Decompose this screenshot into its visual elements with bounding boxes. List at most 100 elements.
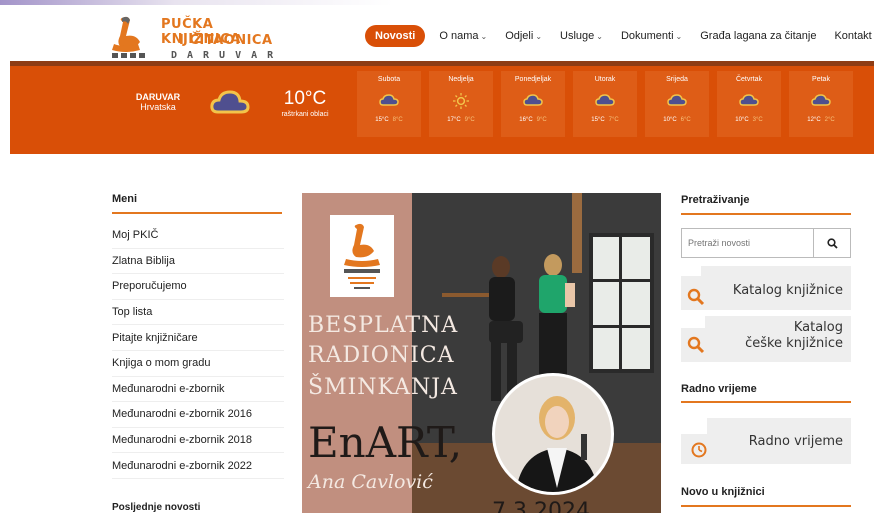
chevron-down-icon: ⌄ [675,31,683,41]
forecast-low: 8°C [392,117,403,123]
menu-title: Meni [112,193,138,205]
forecast-temps: 15°C 7°C [573,117,637,123]
weather-current: 10°C raštrkani oblaci [272,88,338,118]
sidebar-menu-item[interactable]: Top lista [112,300,284,326]
forecast-day: Nedjelja 17°C 9°C [429,71,493,137]
new-items-divider [681,505,851,507]
forecast-day-name: Utorak [594,76,616,83]
forecast-day: Petak 12°C 2°C [789,71,853,137]
latest-news-title: Posljednje novosti [112,502,201,513]
weather-city: DARUVAR [135,92,181,102]
forecast-high: 16°C [519,117,533,123]
forecast-low: 3°C [752,117,763,123]
sidebar-menu-item[interactable]: Pitajte knjižničare [112,325,284,351]
stork-logo-icon [112,16,145,58]
site-logo[interactable]: PUČKA KNJIŽNICA I ČITAONICA DARUVAR [108,14,283,64]
cloud-icon [523,93,543,107]
sun-icon [451,93,471,109]
chevron-down-icon: ⌄ [535,31,543,41]
nav-item-4[interactable]: Dokumenti ⌄ [621,30,682,42]
weather-country: Hrvatska [140,102,176,112]
portrait-circle [492,373,614,495]
cloud-icon [595,93,615,107]
hours-title: Radno vrijeme [681,383,757,395]
search-icon [826,237,838,249]
cloud-icon [811,93,831,107]
chevron-down-icon: ⌄ [596,31,603,41]
sidebar-menu-item[interactable]: Preporučujemo [112,274,284,300]
forecast-high: 15°C [591,117,605,123]
banner-window [589,233,654,373]
czech-catalog-label-2: češke knjižnice [745,336,843,352]
catalog-link[interactable]: Katalog knjižnice [681,266,851,310]
forecast-low: 9°C [464,117,475,123]
forecast-day: Četvrtak 10°C 3°C [717,71,781,137]
forecast-low: 7°C [608,117,619,123]
forecast-temps: 15°C 8°C [357,117,421,123]
cloud-icon [379,93,399,107]
forecast-high: 10°C [735,117,749,123]
nav-item-label: Kontakt [834,30,872,42]
search-button[interactable] [814,229,850,257]
weather-temp: 10°C [283,88,327,109]
banner-line-3: ŠMINKANJA [308,375,458,400]
cloud-icon [667,93,687,107]
sidebar-menu-item[interactable]: Zlatna Biblija [112,249,284,275]
sidebar-menu: Moj PKIČ Zlatna Biblija Preporučujemo Top l… [112,223,284,479]
weather-desc: raštrkani oblaci [281,111,329,118]
forecast-high: 10°C [663,117,677,123]
logo-line-3: DARUVAR [171,50,284,61]
forecast-day-name: Ponedjeljak [514,76,552,83]
featured-banner[interactable]: BESPLATNA RADIONICA ŠMINKANJA EnART, Ana… [302,193,661,513]
sidebar-menu-item[interactable]: Knjiga o mom gradu [112,351,284,377]
banner-logo [330,215,394,297]
nav-item-0[interactable]: Novosti [365,25,426,47]
weather-location: DARUVAR Hrvatska [128,92,188,112]
forecast-low: 2°C [824,117,835,123]
nav-item-6[interactable]: Kontakt [834,30,871,42]
czech-catalog-link[interactable]: Katalog češke knjižnice [681,316,851,362]
sidebar-menu-item[interactable]: Međunarodni e-zbornik 2016 [112,402,284,428]
cloud-icon [210,90,250,114]
nav-item-label: Odjeli [505,30,534,42]
banner-line-2: RADIONICA [308,343,455,368]
nav-item-label: O nama [439,30,479,42]
search-divider [681,213,851,215]
nav-item-label: Dokumenti [620,30,674,42]
nav-item-2[interactable]: Odjeli ⌄ [505,30,542,42]
forecast-low: 6°C [680,117,691,123]
forecast-temps: 16°C 9°C [501,117,565,123]
banner-line-4: EnART, [308,418,463,467]
forecast-high: 15°C [375,117,389,123]
new-items-title: Novo u knjižnici [681,486,765,498]
forecast-high: 17°C [447,117,461,123]
nav-item-label: Novosti [375,30,416,42]
nav-item-5[interactable]: Građa lagana za čitanje [700,30,816,42]
banner-date: 7.3.2024. [492,499,597,513]
forecast-day-name: Nedjelja [448,76,474,83]
forecast-day: Ponedjeljak 16°C 9°C [501,71,565,137]
sidebar-menu-item[interactable]: Moj PKIČ [112,223,284,249]
sidebar-menu-item[interactable]: Međunarodni e-zbornik [112,377,284,403]
czech-catalog-label: Katalog češke knjižnice [745,320,843,353]
forecast-temps: 12°C 2°C [789,117,853,123]
search-input[interactable] [682,229,814,257]
forecast-day: Srijeda 10°C 6°C [645,71,709,137]
forecast-temps: 10°C 6°C [645,117,709,123]
nav-item-1[interactable]: O nama ⌄ [439,30,487,42]
forecast-day-name: Srijeda [666,76,688,83]
nav-item-3[interactable]: Usluge ⌄ [560,30,603,42]
cloud-icon [739,93,759,107]
sidebar-menu-item[interactable]: Međunarodni e-zbornik 2022 [112,453,284,479]
forecast-day-name: Subota [377,76,401,83]
sidebar-menu-item[interactable]: Međunarodni e-zbornik 2018 [112,428,284,454]
hours-link[interactable]: Radno vrijeme [681,418,851,464]
forecast-day-name: Petak [812,76,830,83]
forecast-day-name: Četvrtak [735,76,763,83]
nav-item-label: Građa lagana za čitanje [700,30,817,42]
search-form [681,228,851,258]
catalog-label: Katalog knjižnice [732,283,843,298]
logo-line-2: I ČITAONICA [179,33,273,48]
banner-line-1: BESPLATNA [308,313,459,338]
hours-label: Radno vrijeme [748,434,843,449]
